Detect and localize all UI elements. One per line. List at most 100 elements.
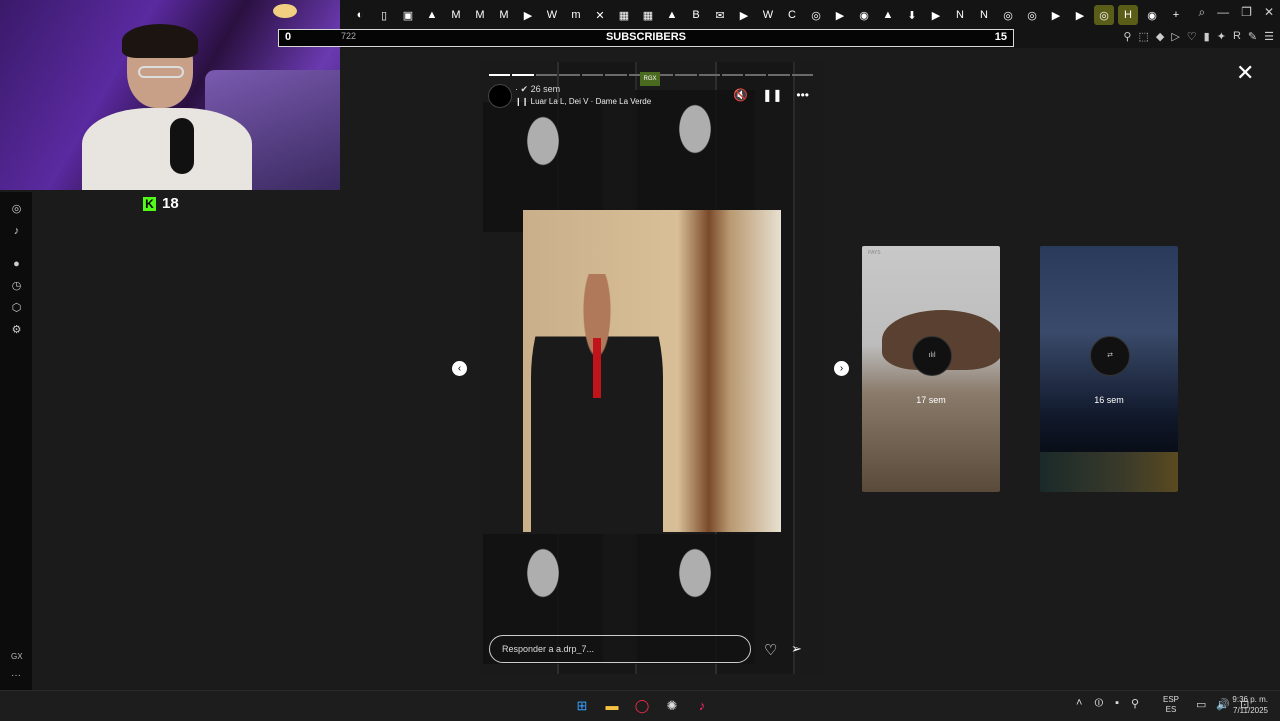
story-main-photo bbox=[523, 210, 781, 534]
language-code: ESP bbox=[1163, 695, 1180, 704]
windows-start-icon[interactable]: ⊞ bbox=[572, 696, 592, 716]
notion-icon[interactable]: N bbox=[974, 5, 994, 25]
extension-icon[interactable]: ⬚ bbox=[1138, 30, 1148, 43]
chrome-icon[interactable]: ◉ bbox=[1142, 5, 1162, 25]
chatgpt-icon[interactable]: ✺ bbox=[662, 696, 682, 716]
m-icon[interactable]: M bbox=[494, 5, 514, 25]
collage-photo bbox=[635, 90, 755, 220]
youtube-icon[interactable]: ▶ bbox=[926, 5, 946, 25]
m-icon[interactable]: m bbox=[566, 5, 586, 25]
extension-icon[interactable]: ✎ bbox=[1248, 30, 1257, 43]
tiktok-icon[interactable]: ♪ bbox=[10, 225, 23, 238]
display-icon[interactable]: ▭ bbox=[1196, 698, 1206, 711]
microphone bbox=[170, 118, 194, 174]
subscriber-goal-count: 15 bbox=[994, 31, 1007, 43]
more-options-icon[interactable]: ••• bbox=[796, 88, 809, 102]
sheets-icon[interactable]: ▦ bbox=[614, 5, 634, 25]
pause-icon[interactable]: ❚❚ bbox=[762, 88, 782, 102]
progress-segment bbox=[791, 74, 813, 76]
opera-gx-icon[interactable]: ◯ bbox=[632, 696, 652, 716]
history-icon[interactable]: ◷ bbox=[10, 280, 23, 293]
clock-date: 7/11/2025 bbox=[1233, 706, 1268, 715]
story-avatar[interactable] bbox=[488, 84, 512, 108]
story-reply-input[interactable] bbox=[489, 635, 751, 663]
restore-icon[interactable]: ❐ bbox=[1241, 5, 1252, 20]
extension-icon[interactable]: ▷ bbox=[1171, 30, 1179, 43]
search-icon[interactable]: ⌕ bbox=[1198, 5, 1205, 20]
chrome-icon[interactable]: ◉ bbox=[854, 5, 874, 25]
youtube-icon[interactable]: ▶ bbox=[518, 5, 538, 25]
m-icon[interactable]: M bbox=[470, 5, 490, 25]
new-tab-icon[interactable]: + bbox=[1166, 5, 1186, 25]
extension-icon[interactable]: ⚲ bbox=[1123, 30, 1131, 43]
story-username[interactable]: · bbox=[515, 84, 518, 94]
extension-icon[interactable]: ♡ bbox=[1187, 30, 1197, 43]
youtube-icon[interactable]: ▶ bbox=[734, 5, 754, 25]
extension-icons: ⚲ ⬚ ◆ ▷ ♡ ▮ ✦ R ✎ ☰ bbox=[1123, 30, 1274, 43]
mic-icon[interactable]: ⚲ bbox=[1131, 697, 1139, 710]
verified-icon: ✔ bbox=[520, 84, 529, 94]
extensions-icon[interactable]: ⬡ bbox=[10, 302, 23, 315]
m-icon[interactable]: M bbox=[446, 5, 466, 25]
extension-icon[interactable]: ☰ bbox=[1264, 30, 1274, 43]
extension-icon[interactable]: R bbox=[1233, 30, 1241, 43]
like-icon[interactable]: ♡ bbox=[764, 641, 777, 659]
notion-icon[interactable]: N bbox=[950, 5, 970, 25]
youtube-icon[interactable]: ▶ bbox=[1046, 5, 1066, 25]
progress-segment bbox=[512, 74, 534, 76]
show-hidden-icons[interactable]: ˄ bbox=[1076, 697, 1082, 710]
progress-segment bbox=[768, 74, 790, 76]
gx-label[interactable]: GX bbox=[11, 652, 23, 661]
taskbar-apps: ⊞ ▬ ◯ ✺ ♪ bbox=[572, 696, 712, 716]
drive-icon[interactable]: ▲ bbox=[878, 5, 898, 25]
sidebar-more-button[interactable]: ··· bbox=[11, 670, 21, 681]
story-header[interactable]: · ✔ 26 sem bbox=[515, 84, 560, 95]
story-music[interactable]: ❙❙ Luar La L, Dei V · Dame La Verde bbox=[515, 97, 651, 106]
h-icon[interactable]: H bbox=[1118, 5, 1138, 25]
close-icon[interactable]: ✕ bbox=[1236, 62, 1254, 84]
doc-icon[interactable]: ▯ bbox=[374, 5, 394, 25]
mute-icon[interactable]: 🔇 bbox=[733, 88, 748, 102]
settings-icon[interactable]: ⚙ bbox=[10, 324, 23, 337]
send-icon[interactable]: ➢ bbox=[791, 641, 802, 657]
instagram-icon[interactable]: ◎ bbox=[1022, 5, 1042, 25]
w-icon[interactable]: W bbox=[542, 5, 562, 25]
download-icon[interactable]: ⬇ bbox=[902, 5, 922, 25]
kick-viewer-counter: K 18 bbox=[143, 195, 179, 212]
minimize-icon[interactable]: — bbox=[1217, 5, 1229, 20]
story-viewer[interactable]: RGX · ✔ 26 sem ❙❙ Luar La L, Dei V · Dam… bbox=[479, 62, 823, 674]
x-icon[interactable]: ✕ bbox=[590, 5, 610, 25]
mail-icon[interactable]: ✉ bbox=[710, 5, 730, 25]
nvidia-icon[interactable]: ▪ bbox=[1115, 697, 1119, 710]
sheets-icon[interactable]: ▦ bbox=[638, 5, 658, 25]
instagram-icon[interactable]: ◎ bbox=[998, 5, 1018, 25]
streamer-hair bbox=[122, 24, 198, 58]
clock[interactable]: 9:36 p. m. 7/11/2025 bbox=[1228, 694, 1268, 716]
c-icon[interactable]: C bbox=[782, 5, 802, 25]
language-indicator[interactable]: ESP ES bbox=[1163, 695, 1179, 715]
extension-icon[interactable]: ▮ bbox=[1204, 30, 1210, 43]
power-icon[interactable]: ⏼ bbox=[1094, 697, 1103, 710]
kick-viewer-count: 18 bbox=[162, 195, 179, 212]
extension-icon[interactable]: ✦ bbox=[1217, 30, 1226, 43]
next-story-button[interactable]: › bbox=[834, 361, 849, 376]
file-explorer-icon[interactable]: ▬ bbox=[602, 696, 622, 716]
drive-icon[interactable]: ▲ bbox=[662, 5, 682, 25]
extension-icon[interactable]: ◆ bbox=[1156, 30, 1164, 43]
instagram-icon[interactable]: ◎ bbox=[10, 203, 23, 216]
instagram-icon[interactable]: ◎ bbox=[806, 5, 826, 25]
drive-icon[interactable]: ▲ bbox=[422, 5, 442, 25]
b-icon[interactable]: B bbox=[686, 5, 706, 25]
crescent-icon[interactable]: ◐ bbox=[350, 5, 370, 25]
youtube-icon[interactable]: ▶ bbox=[830, 5, 850, 25]
tiktok-app-icon[interactable]: ♪ bbox=[692, 696, 712, 716]
previous-story-button[interactable]: ‹ bbox=[452, 361, 467, 376]
image-icon[interactable]: ▣ bbox=[398, 5, 418, 25]
w-icon[interactable]: W bbox=[758, 5, 778, 25]
instagram-icon[interactable]: ◎ bbox=[1094, 5, 1114, 25]
spotify-icon[interactable]: ● bbox=[10, 258, 23, 271]
close-window-icon[interactable]: ✕ bbox=[1264, 5, 1274, 20]
story-preview-1[interactable]: PAYS ılıl 17 sem bbox=[862, 246, 1000, 492]
youtube-icon[interactable]: ▶ bbox=[1070, 5, 1090, 25]
story-preview-2[interactable]: ⇄ 16 sem bbox=[1040, 246, 1178, 492]
